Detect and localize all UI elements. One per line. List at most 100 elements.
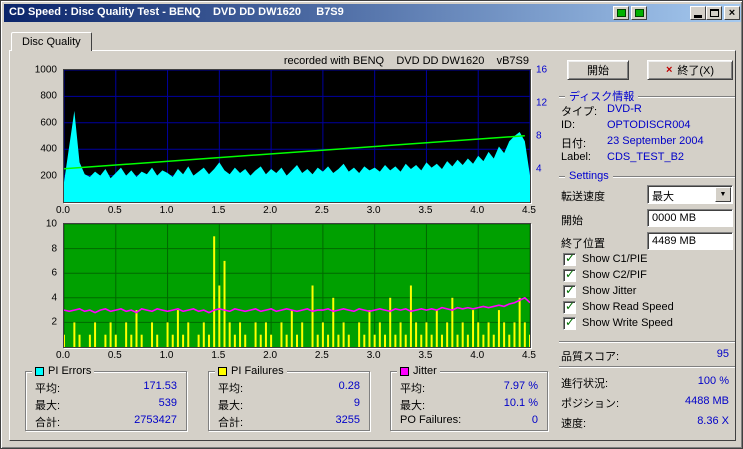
disc-date-row: 日付: 23 September 2004	[561, 135, 704, 150]
axis-tick-label: 1000	[34, 64, 57, 76]
jitter-title: Jitter	[413, 365, 437, 377]
settings-header: Settings	[559, 170, 735, 182]
maximize-button[interactable]	[706, 6, 722, 20]
divider	[559, 366, 735, 367]
tab-disc-quality[interactable]: Disc Quality	[11, 32, 92, 51]
axis-tick-label: 2.5	[314, 205, 329, 216]
pi-failures-groupbox: PI Failures 平均: 0.28 最大: 9 合計: 3255	[208, 364, 370, 431]
show-c1-pie-label: Show C1/PIE	[582, 253, 648, 265]
axis-tick-label: 2	[51, 316, 57, 328]
jitter-legend: Jitter	[397, 364, 440, 378]
start-position-field[interactable]: 0000 MB	[647, 209, 733, 227]
axis-tick-label: 8	[51, 243, 57, 255]
titlebar-extra-button-1[interactable]	[613, 6, 629, 20]
axis-tick-label: 0.0	[56, 350, 70, 361]
pi-failures-legend: PI Failures	[215, 364, 287, 378]
window-title: CD Speed : Disc Quality Test - BENQ DVD …	[9, 6, 344, 18]
axis-tick-label: 16	[536, 64, 548, 76]
show-jitter-checkbox[interactable]: ✓	[563, 283, 576, 298]
show-read-speed-label: Show Read Speed	[582, 301, 674, 313]
stat-row: 最大: 10.1 %	[400, 397, 538, 412]
app-window: CD Speed : Disc Quality Test - BENQ DVD …	[0, 0, 743, 449]
axis-tick-label: 1.5	[211, 350, 226, 361]
axis-tick-label: 3.0	[366, 350, 381, 361]
check-icon: ✓	[565, 267, 576, 281]
axis-tick-label: 10	[45, 218, 57, 230]
stat-row: 合計: 3255	[218, 414, 360, 429]
axis-tick-label: 4.0	[470, 350, 485, 361]
start-position-label: 開始	[561, 215, 583, 227]
titlebar-extra-button-2[interactable]	[631, 6, 647, 20]
show-write-speed-checkbox[interactable]: ✓	[563, 315, 576, 330]
end-position-field[interactable]: 4489 MB	[647, 232, 733, 250]
axis-tick-label: 600	[40, 117, 57, 129]
axis-tick-label: 4	[536, 163, 542, 175]
close-icon: ×	[728, 7, 736, 19]
axis-tick-label: 0.5	[107, 350, 122, 361]
axis-tick-label: 4.5	[522, 350, 536, 361]
axis-tick-label: 4.5	[522, 205, 536, 216]
start-button[interactable]: 開始	[567, 60, 629, 80]
minimize-button[interactable]	[690, 6, 706, 20]
chart-header: recorded with BENQ DVD DD DW1620 vB7S9	[283, 55, 529, 67]
divider	[559, 341, 735, 342]
show-c1-pie-checkbox[interactable]: ✓	[563, 251, 576, 266]
chart2-x-axis: 0.0 0.5 1.0 1.5 2.0 2.5 3.0 3.5 4.0 4.5	[56, 350, 536, 362]
axis-tick-label: 2.5	[314, 350, 329, 361]
quality-chart	[63, 69, 531, 203]
check-icon: ✓	[565, 299, 576, 313]
pi-errors-legend: PI Errors	[32, 364, 95, 378]
exit-button[interactable]: × 終了(X)	[647, 60, 733, 80]
show-c2-pif-label: Show C2/PIF	[582, 269, 647, 281]
axis-tick-label: 1.0	[159, 205, 174, 216]
axis-tick-label: 400	[40, 143, 57, 155]
axis-tick-label: 0.5	[107, 205, 122, 216]
position-value: 4488 MB	[684, 395, 729, 407]
titlebar[interactable]: CD Speed : Disc Quality Test - BENQ DVD …	[4, 4, 741, 22]
close-button[interactable]: ×	[724, 6, 740, 20]
quality-score-value: 95	[716, 348, 729, 360]
jitter-groupbox: Jitter 平均: 7.97 % 最大: 10.1 % PO Failures: 0	[390, 364, 548, 431]
axis-tick-label: 200	[40, 170, 57, 182]
axis-tick-label: 6	[51, 267, 57, 279]
axis-tick-label: 2.0	[263, 350, 278, 361]
jitter-swatch	[400, 366, 409, 376]
show-c2-pif-checkbox[interactable]: ✓	[563, 267, 576, 282]
transfer-speed-value: 最大	[652, 191, 674, 203]
maximize-icon	[709, 9, 719, 17]
failures-jitter-chart	[63, 223, 531, 348]
pi-failures-title: PI Failures	[231, 365, 284, 377]
stat-row: 最大: 9	[218, 397, 360, 412]
stat-row: 平均: 7.97 %	[400, 380, 538, 395]
chevron-down-icon[interactable]: ▼	[715, 187, 731, 202]
axis-tick-label: 4	[51, 292, 57, 304]
stat-row: 平均: 171.53	[35, 380, 177, 395]
axis-tick-label: 2.0	[263, 205, 278, 216]
disc-id-row: ID: OPTODISCR004	[561, 119, 691, 131]
speed-value: 8.36 X	[697, 415, 729, 427]
show-read-speed-checkbox[interactable]: ✓	[563, 299, 576, 314]
chart1-left-axis: 1000 800 600 400 200	[25, 65, 59, 202]
axis-tick-label: 4.0	[470, 205, 485, 216]
axis-tick-label: 3.5	[418, 350, 433, 361]
transfer-speed-label: 転送速度	[561, 191, 605, 203]
chart1-x-axis: 0.0 0.5 1.0 1.5 2.0 2.5 3.0 3.5 4.0 4.5	[56, 205, 536, 217]
chart2-left-axis: 10 8 6 4 2	[25, 219, 59, 347]
pi-errors-title: PI Errors	[48, 365, 92, 377]
check-icon: ✓	[565, 315, 576, 329]
progress-value: 100 %	[697, 375, 729, 387]
axis-tick-label: 3.0	[366, 205, 381, 216]
chart1-right-axis: 16 12 8 4	[534, 65, 560, 202]
check-icon: ✓	[565, 283, 576, 297]
show-write-speed-label: Show Write Speed	[582, 317, 673, 329]
axis-tick-label: 3.5	[418, 205, 433, 216]
tab-label: Disc Quality	[22, 36, 81, 48]
stat-row: PO Failures: 0	[400, 414, 538, 426]
disc-label-row: Label: CDS_TEST_B2	[561, 151, 685, 163]
axis-tick-label: 1.5	[211, 205, 226, 216]
end-position-label: 終了位置	[561, 238, 605, 250]
transfer-speed-select[interactable]: 最大 ▼	[647, 185, 733, 204]
axis-tick-label: 8	[536, 130, 542, 142]
stat-row: 最大: 539	[35, 397, 177, 412]
axis-tick-label: 1.0	[159, 350, 174, 361]
